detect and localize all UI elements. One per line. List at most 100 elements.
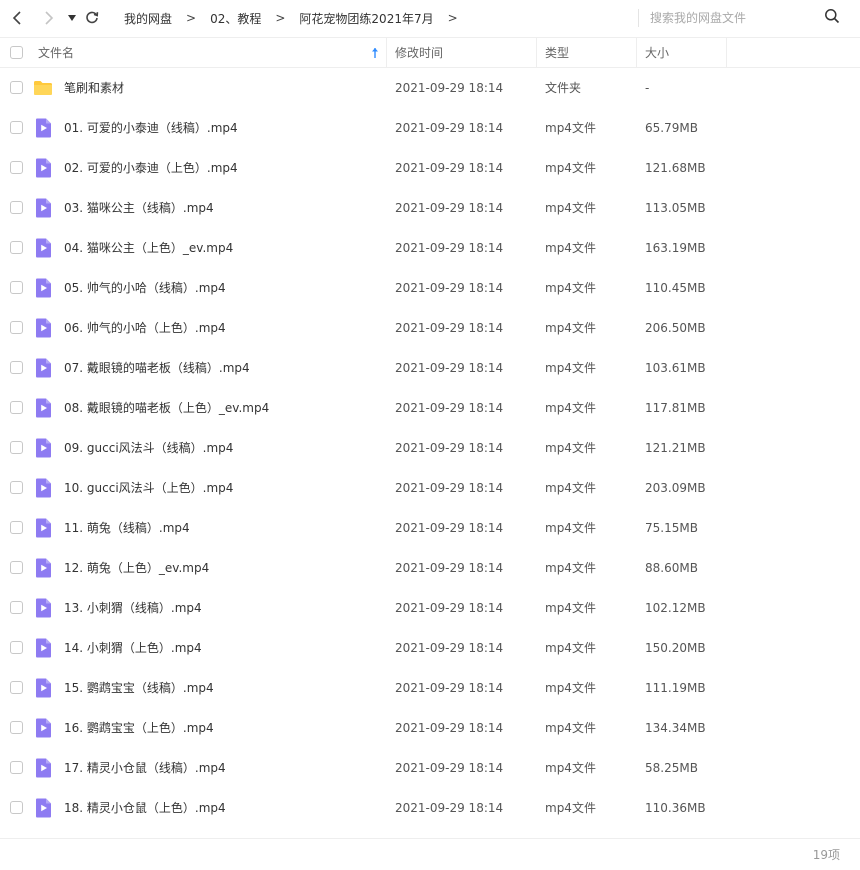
file-modified-time: 2021-09-29 18:14 xyxy=(395,361,504,375)
row-checkbox[interactable] xyxy=(10,361,23,374)
row-checkbox[interactable] xyxy=(10,681,23,694)
file-name[interactable]: 16. 鹦鹉宝宝（上色）.mp4 xyxy=(64,708,214,748)
file-row[interactable]: 10. gucci风法斗（上色）.mp4 2021-09-29 18:14 mp4文… xyxy=(0,468,860,508)
file-size: 206.50MB xyxy=(645,321,706,335)
file-row[interactable]: 08. 戴眼镜的喵老板（上色）_ev.mp4 2021-09-29 18:14 mp… xyxy=(0,388,860,428)
row-checkbox[interactable] xyxy=(10,761,23,774)
file-row[interactable]: 13. 小刺猬（线稿）.mp4 2021-09-29 18:14 mp4文件 102.… xyxy=(0,588,860,628)
row-checkbox[interactable] xyxy=(10,521,23,534)
file-row[interactable]: 笔刷和素材 2021-09-29 18:14 文件夹 - xyxy=(0,68,860,108)
file-row[interactable]: 11. 萌兔（线稿）.mp4 2021-09-29 18:14 mp4文件 75.15… xyxy=(0,508,860,548)
row-checkbox[interactable] xyxy=(10,201,23,214)
row-checkbox[interactable] xyxy=(10,601,23,614)
file-name[interactable]: 17. 精灵小仓鼠（线稿）.mp4 xyxy=(64,748,226,788)
file-name[interactable]: 11. 萌兔（线稿）.mp4 xyxy=(64,508,190,548)
forward-button[interactable] xyxy=(37,7,59,29)
column-header-name[interactable]: 文件名 xyxy=(38,38,74,68)
row-checkbox[interactable] xyxy=(10,441,23,454)
file-modified-time: 2021-09-29 18:14 xyxy=(395,681,504,695)
video-file-icon xyxy=(36,318,51,338)
file-size: 117.81MB xyxy=(645,401,706,415)
video-file-icon xyxy=(36,238,51,258)
file-name[interactable]: 09. gucci风法斗（线稿）.mp4 xyxy=(64,428,233,468)
file-name[interactable]: 01. 可爱的小泰迪（线稿）.mp4 xyxy=(64,108,238,148)
file-size: 110.45MB xyxy=(645,281,706,295)
history-dropdown-button[interactable] xyxy=(61,7,83,29)
file-row[interactable]: 18. 精灵小仓鼠（上色）.mp4 2021-09-29 18:14 mp4文件 11… xyxy=(0,788,860,828)
column-divider[interactable] xyxy=(536,38,537,68)
file-type: mp4文件 xyxy=(545,121,596,135)
breadcrumb-item-tutorials[interactable]: 02、教程 xyxy=(210,10,261,27)
row-checkbox[interactable] xyxy=(10,281,23,294)
row-checkbox[interactable] xyxy=(10,641,23,654)
file-row[interactable]: 04. 猫咪公主（上色）_ev.mp4 2021-09-29 18:14 mp4文件… xyxy=(0,228,860,268)
file-name[interactable]: 笔刷和素材 xyxy=(64,68,124,108)
row-checkbox[interactable] xyxy=(10,321,23,334)
column-header-size[interactable]: 大小 xyxy=(645,38,669,68)
refresh-button[interactable] xyxy=(81,7,103,29)
file-row[interactable]: 02. 可爱的小泰迪（上色）.mp4 2021-09-29 18:14 mp4文件 1… xyxy=(0,148,860,188)
column-divider[interactable] xyxy=(726,38,727,68)
file-row[interactable]: 07. 戴眼镜的喵老板（线稿）.mp4 2021-09-29 18:14 mp4文件… xyxy=(0,348,860,388)
file-name[interactable]: 07. 戴眼镜的喵老板（线稿）.mp4 xyxy=(64,348,250,388)
video-file-icon xyxy=(36,678,51,698)
sort-up-icon[interactable] xyxy=(371,47,379,59)
back-button[interactable] xyxy=(7,7,29,29)
breadcrumb-item-current-folder[interactable]: 阿花宠物团练2021年7月 xyxy=(299,10,433,27)
file-size: 163.19MB xyxy=(645,241,706,255)
select-all-checkbox[interactable] xyxy=(10,46,23,59)
row-checkbox[interactable] xyxy=(10,401,23,414)
file-size: 150.20MB xyxy=(645,641,706,655)
file-type: mp4文件 xyxy=(545,761,596,775)
breadcrumb-item-my-drive[interactable]: 我的网盘 xyxy=(124,10,172,27)
file-row[interactable]: 06. 帅气的小哈（上色）.mp4 2021-09-29 18:14 mp4文件 20… xyxy=(0,308,860,348)
row-checkbox[interactable] xyxy=(10,481,23,494)
file-row[interactable]: 05. 帅气的小哈（线稿）.mp4 2021-09-29 18:14 mp4文件 11… xyxy=(0,268,860,308)
file-name[interactable]: 05. 帅气的小哈（线稿）.mp4 xyxy=(64,268,226,308)
file-row[interactable]: 14. 小刺猬（上色）.mp4 2021-09-29 18:14 mp4文件 150.… xyxy=(0,628,860,668)
video-file-icon xyxy=(36,398,51,418)
file-name[interactable]: 03. 猫咪公主（线稿）.mp4 xyxy=(64,188,214,228)
row-checkbox[interactable] xyxy=(10,561,23,574)
file-type: mp4文件 xyxy=(545,401,596,415)
file-row[interactable]: 16. 鹦鹉宝宝（上色）.mp4 2021-09-29 18:14 mp4文件 134… xyxy=(0,708,860,748)
file-name[interactable]: 02. 可爱的小泰迪（上色）.mp4 xyxy=(64,148,238,188)
column-header-type[interactable]: 类型 xyxy=(545,38,569,68)
file-name[interactable]: 13. 小刺猬（线稿）.mp4 xyxy=(64,588,202,628)
search-input[interactable] xyxy=(650,7,815,29)
file-type: mp4文件 xyxy=(545,441,596,455)
file-modified-time: 2021-09-29 18:14 xyxy=(395,561,504,575)
file-name[interactable]: 10. gucci风法斗（上色）.mp4 xyxy=(64,468,233,508)
file-modified-time: 2021-09-29 18:14 xyxy=(395,321,504,335)
file-name[interactable]: 08. 戴眼镜的喵老板（上色）_ev.mp4 xyxy=(64,388,269,428)
row-checkbox[interactable] xyxy=(10,81,23,94)
row-checkbox[interactable] xyxy=(10,161,23,174)
row-checkbox[interactable] xyxy=(10,801,23,814)
file-name[interactable]: 12. 萌兔（上色）_ev.mp4 xyxy=(64,548,209,588)
file-name[interactable]: 06. 帅气的小哈（上色）.mp4 xyxy=(64,308,226,348)
file-name[interactable]: 14. 小刺猬（上色）.mp4 xyxy=(64,628,202,668)
row-checkbox[interactable] xyxy=(10,241,23,254)
file-row[interactable]: 03. 猫咪公主（线稿）.mp4 2021-09-29 18:14 mp4文件 113… xyxy=(0,188,860,228)
column-header-modified[interactable]: 修改时间 xyxy=(395,38,443,68)
row-checkbox[interactable] xyxy=(10,721,23,734)
file-row[interactable]: 01. 可爱的小泰迪（线稿）.mp4 2021-09-29 18:14 mp4文件 6… xyxy=(0,108,860,148)
file-name[interactable]: 04. 猫咪公主（上色）_ev.mp4 xyxy=(64,228,233,268)
file-size: 121.21MB xyxy=(645,441,706,455)
file-row[interactable]: 15. 鹦鹉宝宝（线稿）.mp4 2021-09-29 18:14 mp4文件 111… xyxy=(0,668,860,708)
file-type: mp4文件 xyxy=(545,321,596,335)
file-row[interactable]: 17. 精灵小仓鼠（线稿）.mp4 2021-09-29 18:14 mp4文件 58… xyxy=(0,748,860,788)
breadcrumb-separator: > xyxy=(447,11,458,25)
row-checkbox[interactable] xyxy=(10,121,23,134)
column-divider[interactable] xyxy=(386,38,387,68)
breadcrumb-separator: > xyxy=(275,11,286,25)
file-name[interactable]: 18. 精灵小仓鼠（上色）.mp4 xyxy=(64,788,226,828)
file-row[interactable]: 09. gucci风法斗（线稿）.mp4 2021-09-29 18:14 mp4文… xyxy=(0,428,860,468)
search-button[interactable] xyxy=(824,8,842,26)
file-size: 65.79MB xyxy=(645,121,698,135)
chevron-right-icon xyxy=(45,11,54,25)
file-modified-time: 2021-09-29 18:14 xyxy=(395,801,504,815)
file-name[interactable]: 15. 鹦鹉宝宝（线稿）.mp4 xyxy=(64,668,214,708)
file-row[interactable]: 12. 萌兔（上色）_ev.mp4 2021-09-29 18:14 mp4文件 88… xyxy=(0,548,860,588)
column-divider[interactable] xyxy=(636,38,637,68)
